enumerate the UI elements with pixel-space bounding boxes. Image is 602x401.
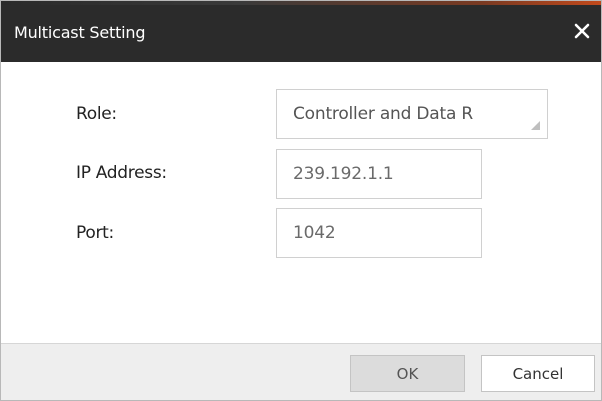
ip-address-value: 239.192.1.1 <box>293 164 394 184</box>
cancel-button[interactable]: Cancel <box>481 355 595 392</box>
dialog-title: Multicast Setting <box>14 23 146 42</box>
port-input[interactable]: 1042 <box>276 208 482 258</box>
role-select-value: Controller and Data R <box>293 104 474 124</box>
ok-button[interactable]: OK <box>350 355 465 392</box>
port-label: Port: <box>76 223 114 243</box>
dialog-titlebar: Multicast Setting <box>1 5 601 62</box>
port-value: 1042 <box>293 223 336 243</box>
dropdown-corner-icon <box>531 121 540 130</box>
close-icon <box>574 23 590 39</box>
ip-address-label: IP Address: <box>76 163 167 183</box>
ip-address-input[interactable]: 239.192.1.1 <box>276 149 482 199</box>
close-button[interactable] <box>569 18 595 44</box>
multicast-setting-dialog: Multicast Setting Role: Controller and D… <box>0 0 602 401</box>
role-label: Role: <box>76 104 117 124</box>
dialog-footer: OK Cancel <box>1 343 601 400</box>
role-select[interactable]: Controller and Data R <box>276 89 548 139</box>
